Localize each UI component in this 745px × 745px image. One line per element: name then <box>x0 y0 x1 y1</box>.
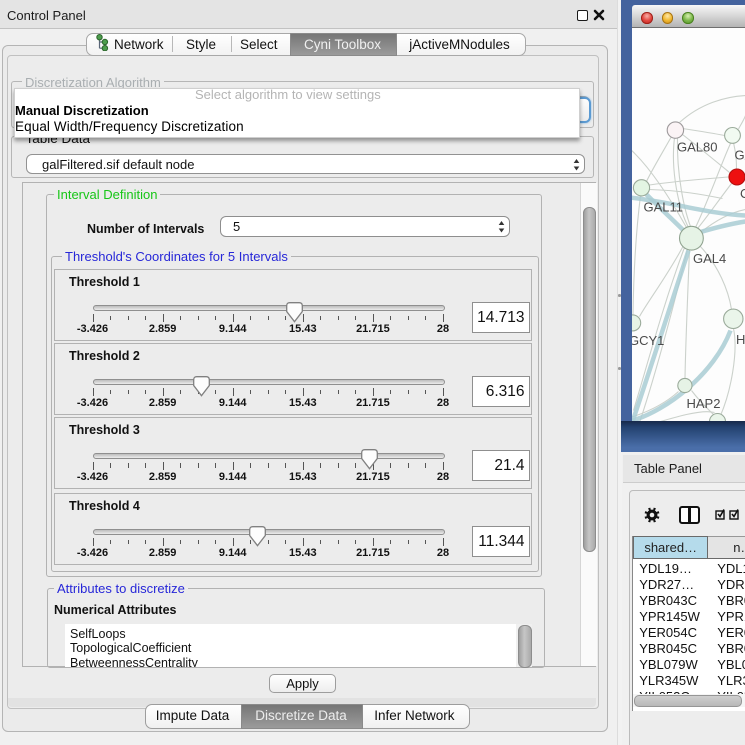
svg-text:HAP2: HAP2 <box>686 396 720 411</box>
svg-text:HIS4: HIS4 <box>736 332 745 347</box>
svg-text:GAL4: GAL4 <box>693 251 726 266</box>
svg-text:CDC: CDC <box>740 186 745 201</box>
svg-text:GAL11: GAL11 <box>643 199 683 214</box>
svg-text:GAL80: GAL80 <box>677 139 717 154</box>
svg-text:GAL3: GAL3 <box>734 147 745 162</box>
svg-text:GCY1: GCY1 <box>632 333 664 348</box>
